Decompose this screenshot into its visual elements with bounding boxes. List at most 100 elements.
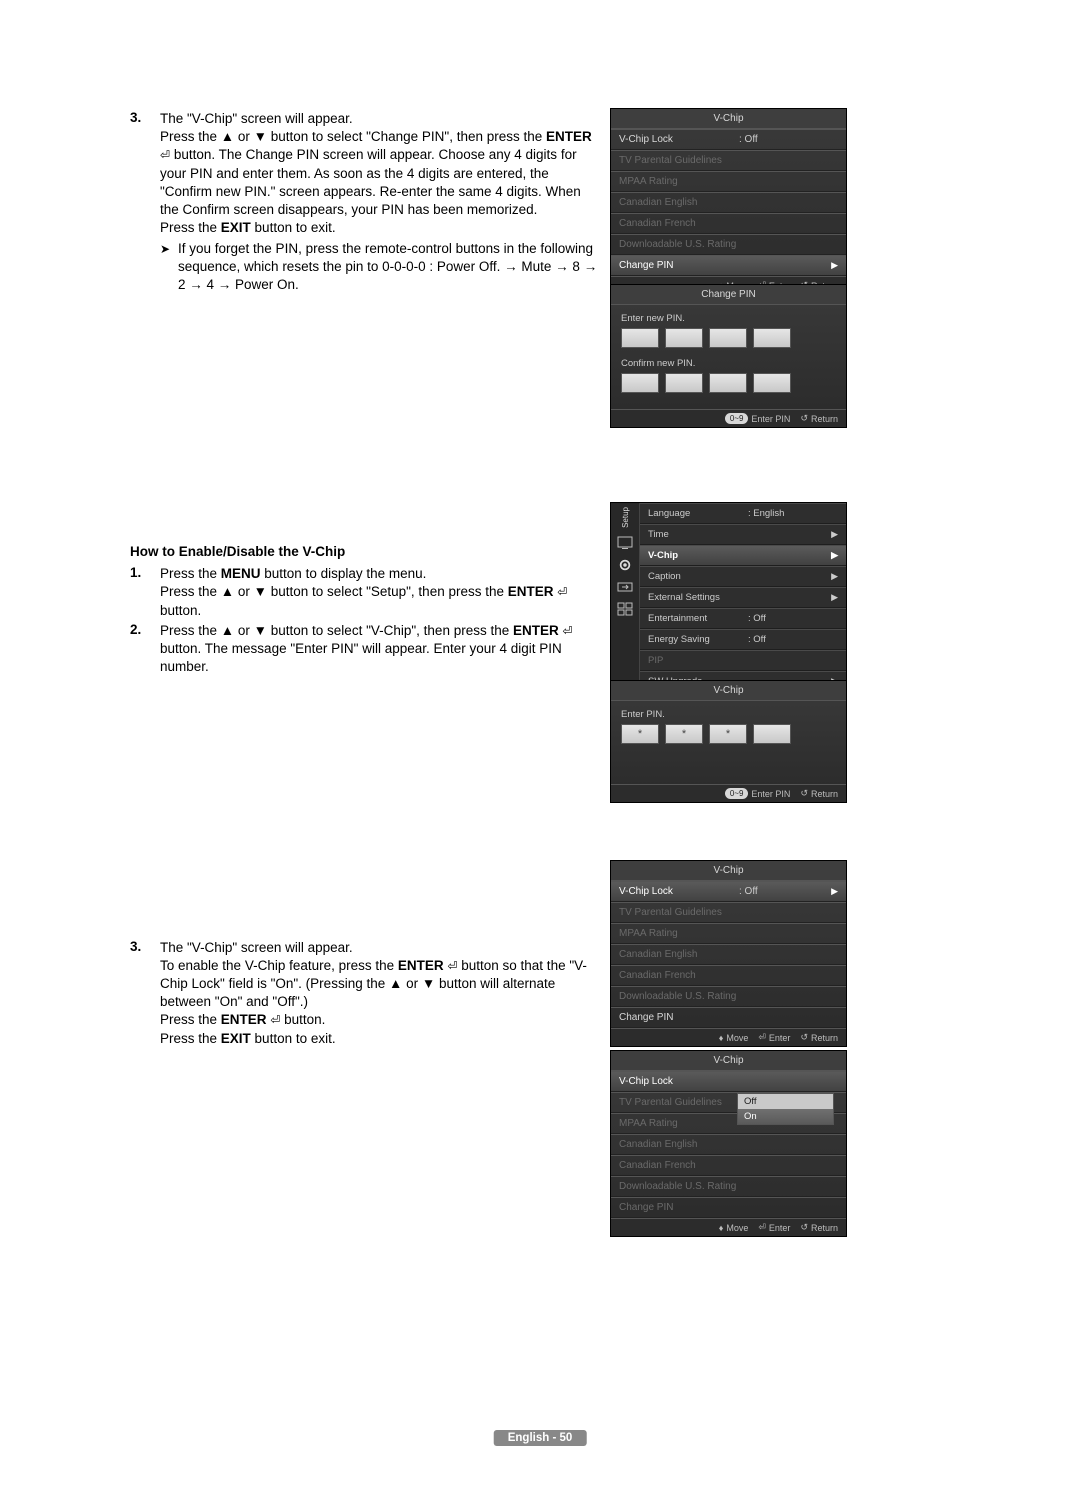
text: To enable the V-Chip feature, press the bbox=[160, 958, 398, 973]
menu-label: Change PIN bbox=[619, 260, 739, 271]
osd-change-pin: Change PIN Enter new PIN. Confirm new PI… bbox=[610, 284, 847, 428]
menu-label: V-Chip Lock bbox=[619, 1076, 739, 1087]
footer-return: ↺ Return bbox=[800, 413, 838, 424]
menu-row[interactable]: V-Chip Lock: Off ▶ bbox=[611, 881, 846, 902]
enter-icon: ⏎ bbox=[270, 1013, 280, 1027]
menu-row[interactable]: V-Chip Lock bbox=[611, 1071, 846, 1092]
dropdown-option-off[interactable]: Off bbox=[738, 1094, 833, 1109]
enter-icon: ⏎ bbox=[160, 148, 170, 162]
pin-entry[interactable]: * * * bbox=[621, 724, 836, 744]
menu-value: : Off bbox=[739, 886, 758, 897]
pin-entry-new[interactable] bbox=[621, 328, 836, 348]
text: Press the ▲ or ▼ button to select "Setup… bbox=[160, 584, 508, 599]
menu-row[interactable]: Canadian French bbox=[611, 1155, 846, 1176]
menu-row[interactable]: TV Parental Guidelines bbox=[611, 150, 846, 171]
enter-icon: ⏎ bbox=[557, 585, 567, 599]
menu-row[interactable]: MPAA Rating bbox=[611, 171, 846, 192]
input-icon bbox=[617, 580, 633, 594]
pin-digit[interactable]: * bbox=[621, 724, 659, 744]
enter-icon: ⏎ bbox=[447, 959, 457, 973]
picture-icon bbox=[617, 536, 633, 550]
menu-row[interactable]: Time▶ bbox=[640, 524, 846, 545]
osd-setup-menu: Setup Language: EnglishTime▶V-Chip▶Capti… bbox=[610, 502, 847, 693]
text: The "V-Chip" screen will appear. bbox=[160, 940, 353, 955]
menu-label: Canadian English bbox=[619, 197, 739, 208]
footer-enterpin: 0~9 Enter PIN bbox=[725, 788, 791, 799]
menu-label: TV Parental Guidelines bbox=[619, 155, 739, 166]
menu-row[interactable]: V-Chip▶ bbox=[640, 545, 846, 566]
chevron-right-icon: ▶ bbox=[831, 529, 838, 540]
menu-row[interactable]: External Settings▶ bbox=[640, 587, 846, 608]
chevron-right-icon: ▶ bbox=[831, 260, 838, 271]
menu-row[interactable]: TV Parental Guidelines bbox=[611, 902, 846, 923]
pin-digit[interactable]: * bbox=[709, 724, 747, 744]
menu-row[interactable]: Change PIN ▶ bbox=[611, 255, 846, 276]
pin-digit[interactable] bbox=[753, 724, 791, 744]
pin-digit[interactable] bbox=[665, 328, 703, 348]
footer-return: ↺ Return bbox=[800, 1222, 838, 1233]
footer-return: ↺ Return bbox=[800, 788, 838, 799]
menu-row[interactable]: Language: English bbox=[640, 503, 846, 524]
enter-label: ENTER bbox=[546, 129, 592, 144]
menu-value: : Off bbox=[748, 613, 766, 624]
enter-label: ENTER bbox=[513, 623, 559, 638]
menu-row[interactable]: Downloadable U.S. Rating bbox=[611, 986, 846, 1007]
text: button. bbox=[160, 603, 201, 618]
menu-row[interactable]: Entertainment: Off bbox=[640, 608, 846, 629]
menu-row[interactable]: Energy Saving: Off bbox=[640, 629, 846, 650]
menu-label: Entertainment bbox=[648, 613, 748, 624]
menu-row[interactable]: V-Chip Lock: Off bbox=[611, 129, 846, 150]
pin-digit[interactable] bbox=[665, 373, 703, 393]
menu-label: MENU bbox=[221, 566, 261, 581]
text: Press the ▲ or ▼ button to select "Chang… bbox=[160, 129, 546, 144]
menu-row[interactable]: Canadian English bbox=[611, 1134, 846, 1155]
pin-digit[interactable] bbox=[621, 328, 659, 348]
pin-digit[interactable] bbox=[753, 373, 791, 393]
menu-row[interactable]: PIP bbox=[640, 650, 846, 671]
menu-row[interactable]: MPAA Rating bbox=[611, 923, 846, 944]
osd-title: V-Chip bbox=[611, 681, 846, 701]
text: Press the bbox=[160, 220, 221, 235]
pin-digit[interactable] bbox=[709, 373, 747, 393]
menu-row[interactable]: Caption▶ bbox=[640, 566, 846, 587]
pin-digit[interactable]: * bbox=[665, 724, 703, 744]
menu-row[interactable]: Downloadable U.S. Rating bbox=[611, 234, 846, 255]
menu-label: V-Chip Lock bbox=[619, 886, 739, 897]
text: The "V-Chip" screen will appear. bbox=[160, 111, 353, 126]
enter-icon: ⏎ bbox=[563, 624, 573, 638]
menu-label: Canadian English bbox=[619, 949, 739, 960]
menu-label: V-Chip bbox=[648, 550, 748, 561]
dropdown-vchiplock[interactable]: OffOn bbox=[737, 1093, 834, 1125]
application-icon bbox=[617, 602, 633, 616]
text: Press the bbox=[160, 1012, 221, 1027]
osd-vchip-menu-2: V-Chip V-Chip Lock: Off▶TV Parental Guid… bbox=[610, 860, 847, 1047]
osd-footer: ♦ Move ⏎ Enter ↺ Return bbox=[611, 1218, 846, 1236]
osd-sidebar: Setup bbox=[611, 503, 640, 692]
pin-entry-confirm[interactable] bbox=[621, 373, 836, 393]
dropdown-option-on[interactable]: On bbox=[738, 1109, 833, 1124]
pin-digit[interactable] bbox=[709, 328, 747, 348]
page-number: English - 50 bbox=[494, 1430, 587, 1446]
pin-digit[interactable] bbox=[621, 373, 659, 393]
chevron-right-icon: ▶ bbox=[831, 886, 838, 897]
menu-label: Language bbox=[648, 508, 748, 519]
exit-label: EXIT bbox=[221, 1031, 251, 1046]
menu-row[interactable]: Downloadable U.S. Rating bbox=[611, 1176, 846, 1197]
osd-title: V-Chip bbox=[611, 109, 846, 129]
pin-digit[interactable] bbox=[753, 328, 791, 348]
menu-row[interactable]: Canadian French bbox=[611, 965, 846, 986]
menu-label: TV Parental Guidelines bbox=[619, 1097, 739, 1108]
menu-row[interactable]: Change PIN bbox=[611, 1007, 846, 1028]
step-number: 3. bbox=[130, 939, 160, 954]
text: button to display the menu. bbox=[261, 566, 427, 581]
text: button. bbox=[280, 1012, 325, 1027]
menu-row[interactable]: Canadian French bbox=[611, 213, 846, 234]
menu-row[interactable]: Change PIN bbox=[611, 1197, 846, 1218]
section-title: How to Enable/Disable the V-Chip bbox=[130, 544, 600, 559]
text: Press the bbox=[160, 1031, 221, 1046]
menu-row[interactable]: Canadian English bbox=[611, 944, 846, 965]
menu-row[interactable]: Canadian English bbox=[611, 192, 846, 213]
sidebar-label: Setup bbox=[621, 507, 630, 528]
footer-return: ↺ Return bbox=[800, 1032, 838, 1043]
chevron-right-icon: ▶ bbox=[831, 592, 838, 603]
